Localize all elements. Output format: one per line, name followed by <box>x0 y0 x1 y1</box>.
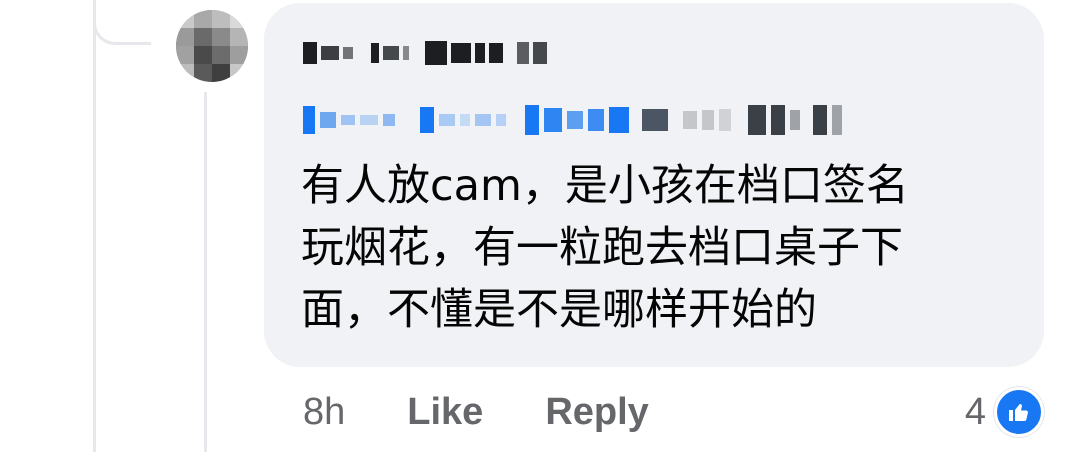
timestamp-link[interactable]: 8h <box>303 391 345 434</box>
thumbs-up-icon <box>994 387 1044 437</box>
comment-text: 有人放cam，是小孩在档口签名 玩烟花，有一粒跑去档口桌子下 面，不懂是不是哪样… <box>301 161 909 335</box>
thread-line <box>93 0 96 452</box>
reaction-count: 4 <box>964 390 986 433</box>
author-name[interactable] <box>303 34 547 72</box>
reaction-summary[interactable]: 4 <box>965 384 1044 440</box>
reply-connector <box>93 0 151 45</box>
tagged-user-link[interactable] <box>303 100 842 140</box>
reply-button[interactable]: Reply <box>545 391 648 434</box>
avatar[interactable] <box>176 10 248 82</box>
like-button[interactable]: Like <box>407 391 483 434</box>
reply-thread-line <box>204 92 207 452</box>
comment-actions: 8h Like Reply <box>303 382 711 442</box>
